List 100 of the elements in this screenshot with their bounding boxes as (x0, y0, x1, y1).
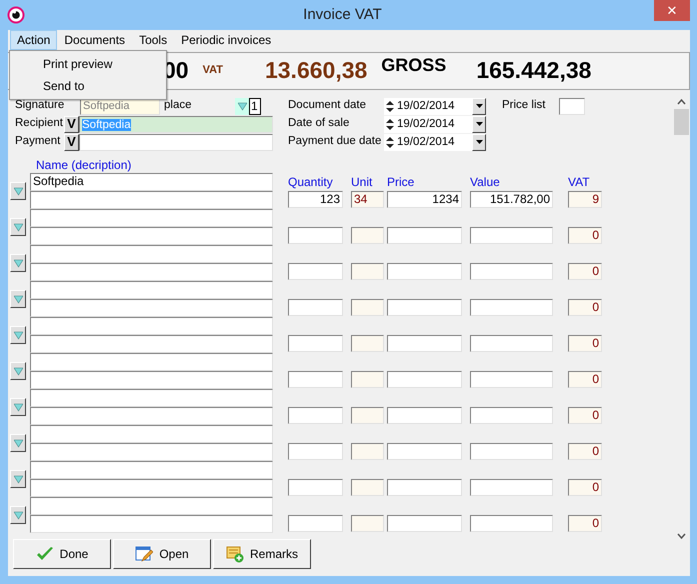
name-field[interactable] (30, 335, 273, 353)
value-field[interactable] (470, 515, 553, 532)
vat-field[interactable]: 0 (568, 443, 602, 460)
name-field[interactable] (30, 461, 273, 479)
quantity-field[interactable] (288, 263, 343, 280)
vat-field[interactable]: 0 (568, 335, 602, 352)
payment-field[interactable] (79, 134, 273, 150)
quantity-field[interactable] (288, 299, 343, 316)
price-field[interactable] (387, 227, 462, 244)
quantity-field[interactable] (288, 227, 343, 244)
dropdown-button[interactable] (10, 254, 26, 272)
name-field[interactable] (30, 209, 273, 227)
name-field[interactable] (30, 191, 273, 209)
open-button[interactable]: Open (113, 539, 211, 569)
name-field[interactable] (30, 497, 273, 515)
unit-field[interactable] (351, 371, 384, 388)
unit-field[interactable] (351, 299, 384, 316)
unit-field[interactable] (351, 515, 384, 532)
vat-field[interactable]: 0 (568, 227, 602, 244)
value-field[interactable] (470, 299, 553, 316)
dropdown-button[interactable] (10, 398, 26, 416)
date-field[interactable]: 19/02/2014 (384, 134, 472, 150)
dropdown-button[interactable] (10, 470, 26, 488)
spinner-icon[interactable] (386, 136, 394, 148)
spinner-icon[interactable] (386, 100, 394, 112)
unit-field[interactable] (351, 263, 384, 280)
price-field[interactable] (387, 443, 462, 460)
menu-item[interactable]: Tools (132, 30, 174, 50)
name-field[interactable] (30, 353, 273, 371)
price-field[interactable] (387, 371, 462, 388)
dropdown-button[interactable] (472, 98, 486, 114)
name-field[interactable] (30, 299, 273, 317)
price-field[interactable] (387, 263, 462, 280)
dropdown-button[interactable] (10, 326, 26, 344)
unit-field[interactable] (351, 407, 384, 424)
quantity-field[interactable] (288, 407, 343, 424)
menu-item[interactable]: Action (10, 30, 58, 50)
name-field[interactable] (30, 371, 273, 389)
name-field[interactable] (30, 263, 273, 281)
vat-field[interactable]: 0 (568, 371, 602, 388)
select-button[interactable]: V (64, 134, 79, 150)
date-field[interactable]: 19/02/2014 (384, 98, 472, 114)
quantity-field[interactable] (288, 443, 343, 460)
price-field[interactable] (387, 479, 462, 496)
price-field[interactable]: 1234 (387, 191, 462, 208)
name-field[interactable] (30, 425, 273, 443)
value-field[interactable] (470, 335, 553, 352)
name-field[interactable] (30, 479, 273, 497)
price-field[interactable] (387, 515, 462, 532)
price-field[interactable] (387, 299, 462, 316)
value-field[interactable]: 151.782,00 (470, 191, 553, 208)
dropdown-button[interactable] (10, 182, 26, 200)
unit-field[interactable] (351, 335, 384, 352)
unit-field[interactable] (351, 443, 384, 460)
vat-field[interactable]: 0 (568, 407, 602, 424)
vat-field[interactable]: 0 (568, 299, 602, 316)
quantity-field[interactable] (288, 371, 343, 388)
unit-field[interactable] (351, 227, 384, 244)
price-list-field[interactable] (559, 98, 586, 114)
name-field[interactable] (30, 281, 273, 299)
menu-item[interactable]: Periodic invoices (174, 30, 278, 50)
value-field[interactable] (470, 479, 553, 496)
quantity-field[interactable] (288, 335, 343, 352)
place-field[interactable]: 1 (249, 98, 261, 114)
quantity-field[interactable] (288, 515, 343, 532)
quantity-field[interactable]: 123 (288, 191, 343, 208)
done-button[interactable]: Done (13, 539, 111, 569)
vat-field[interactable]: 0 (568, 515, 602, 532)
dropdown-button[interactable] (10, 362, 26, 380)
value-field[interactable] (470, 227, 553, 244)
value-field[interactable] (470, 443, 553, 460)
unit-field[interactable]: 34 (351, 191, 384, 208)
name-field[interactable]: Softpedia (30, 173, 273, 191)
name-field[interactable] (30, 227, 273, 245)
spinner-icon[interactable] (386, 118, 394, 130)
vat-field[interactable]: 0 (568, 263, 602, 280)
dropdown-button[interactable] (10, 218, 26, 236)
name-field[interactable] (30, 245, 273, 263)
menu-item[interactable]: Documents (57, 30, 132, 50)
dropdown-button[interactable] (10, 434, 26, 452)
name-field[interactable] (30, 515, 273, 533)
name-field[interactable] (30, 317, 273, 335)
price-field[interactable] (387, 407, 462, 424)
value-field[interactable] (470, 407, 553, 424)
menu-option[interactable]: Print preview (10, 53, 166, 75)
dropdown-button[interactable] (472, 134, 486, 150)
price-field[interactable] (387, 335, 462, 352)
vat-field[interactable]: 9 (568, 191, 602, 208)
dropdown-button[interactable] (472, 116, 486, 132)
dropdown-button[interactable] (10, 506, 26, 524)
date-field[interactable]: 19/02/2014 (384, 116, 472, 132)
value-field[interactable] (470, 263, 553, 280)
value-field[interactable] (470, 371, 553, 388)
dropdown-button[interactable] (10, 290, 26, 308)
quantity-field[interactable] (288, 479, 343, 496)
name-field[interactable] (30, 443, 273, 461)
remarks-button[interactable]: Remarks (213, 539, 311, 569)
name-field[interactable] (30, 407, 273, 425)
close-button[interactable]: ✕ (654, 0, 690, 21)
select-button[interactable]: V (64, 116, 79, 132)
